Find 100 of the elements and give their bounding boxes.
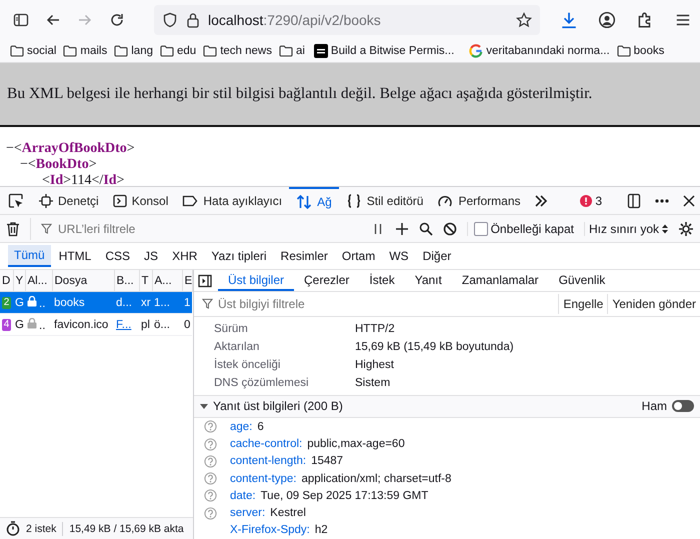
type-filter-button[interactable]: XHR xyxy=(166,246,204,266)
overflow-chevron-icon[interactable] xyxy=(534,194,548,208)
section-title[interactable]: Yanıt üst bilgileri (200 B) xyxy=(213,399,343,414)
action-button[interactable]: Yeniden gönder xyxy=(607,294,700,314)
expand-triangle-icon[interactable] xyxy=(200,402,208,410)
raw-toggle[interactable] xyxy=(672,400,694,412)
summary-value: Sistem xyxy=(355,376,390,389)
help-icon[interactable] xyxy=(204,438,217,451)
request-row[interactable]: 2 G .. books d... xr 1... 1 xyxy=(0,292,192,314)
bookmark[interactable]: books xyxy=(634,45,664,57)
bookmark[interactable]: Build a Bitwise Permis... xyxy=(330,45,454,57)
column-header[interactable]: Al... xyxy=(25,270,52,292)
account-icon[interactable] xyxy=(598,11,616,29)
folder-icon[interactable] xyxy=(10,45,24,57)
details-tab[interactable]: İstek xyxy=(359,270,405,291)
trash-icon[interactable] xyxy=(6,220,20,236)
bookmark[interactable]: mails xyxy=(80,45,108,57)
details-tab[interactable]: Çerezler xyxy=(294,270,360,291)
help-icon[interactable] xyxy=(204,472,217,486)
type-filter-button[interactable]: Yazı tipleri xyxy=(205,246,273,266)
reload-icon[interactable] xyxy=(109,12,125,28)
sidebar-icon[interactable] xyxy=(13,12,29,28)
cause-link[interactable]: F... xyxy=(116,318,132,330)
error-icon[interactable] xyxy=(580,194,592,206)
devtools-tab[interactable]: Performans xyxy=(430,187,528,214)
settings-icon[interactable] xyxy=(678,220,694,236)
folder-icon[interactable] xyxy=(63,45,78,57)
shield-icon[interactable] xyxy=(162,12,178,28)
element-picker-icon[interactable] xyxy=(8,192,24,208)
details-tab[interactable]: Güvenlik xyxy=(548,270,616,291)
up-down-caret-icon[interactable] xyxy=(662,224,668,234)
column-header[interactable]: Dosya xyxy=(52,270,114,292)
checkbox[interactable] xyxy=(474,222,488,236)
back-icon[interactable] xyxy=(45,12,61,28)
column-header[interactable]: D xyxy=(0,270,13,292)
dock-icon[interactable] xyxy=(626,192,642,208)
type-filter-button[interactable]: Tümü xyxy=(8,245,51,267)
devtools-tab[interactable]: Denetçi xyxy=(32,187,106,214)
help-icon[interactable] xyxy=(204,454,217,468)
column-header[interactable]: A... xyxy=(152,270,182,292)
folder-icon[interactable] xyxy=(160,45,174,57)
folder-icon[interactable] xyxy=(278,45,293,57)
bookmark[interactable]: edu xyxy=(177,45,196,57)
lock-icon[interactable] xyxy=(186,12,200,28)
download-icon[interactable] xyxy=(560,11,578,29)
throttle-select[interactable]: Hız sınırı yok xyxy=(588,222,659,236)
status-badge: 2 xyxy=(2,297,11,309)
request-row[interactable]: 4 G .. favicon.ico F... pl ö... 0 xyxy=(0,314,192,336)
bookmark[interactable]: tech news xyxy=(220,45,272,57)
block-icon[interactable] xyxy=(442,222,457,236)
help-icon[interactable] xyxy=(204,506,217,520)
tab-label: Performans xyxy=(458,194,521,208)
devtools-tab[interactable]: Konsol xyxy=(106,187,176,214)
domain-text: .. xyxy=(39,298,46,310)
type-filter-button[interactable]: CSS xyxy=(99,246,136,266)
details-tab[interactable]: Üst bilgiler xyxy=(218,270,294,291)
transfer-summary: 15,49 kB / 15,69 kB akta xyxy=(69,522,184,534)
help-icon[interactable] xyxy=(204,489,217,502)
column-header[interactable]: E xyxy=(182,270,192,292)
panel-toggle-icon[interactable] xyxy=(198,274,212,288)
star-icon[interactable] xyxy=(516,12,532,28)
url-filter-field[interactable]: URL’leri filtrele xyxy=(56,220,361,236)
bookmark[interactable]: ai xyxy=(296,45,305,57)
plus-icon[interactable] xyxy=(394,222,409,236)
type-filter-button[interactable]: WS xyxy=(383,246,415,266)
type-filter-button[interactable]: Ortam xyxy=(336,246,382,266)
column-header[interactable]: Y xyxy=(13,270,25,292)
devtools-tab[interactable]: Stil editörü xyxy=(338,187,430,214)
header-value: application/xml; charset=utf-8 xyxy=(301,472,452,485)
google-logo-icon[interactable] xyxy=(469,44,484,58)
details-tab[interactable]: Yanıt xyxy=(404,270,452,291)
folder-icon[interactable] xyxy=(616,45,631,57)
type-filter-button[interactable]: HTML xyxy=(52,246,98,266)
header-value: 6 xyxy=(257,420,264,433)
header-name: server: xyxy=(230,507,266,520)
details-tab[interactable]: Zamanlamalar xyxy=(452,270,549,291)
dev-logo-icon[interactable] xyxy=(314,44,328,58)
action-button[interactable]: Engelle xyxy=(558,294,608,314)
column-header[interactable]: T xyxy=(139,270,152,292)
help-icon[interactable] xyxy=(204,420,217,434)
bookmark[interactable]: lang xyxy=(131,45,153,57)
folder-icon[interactable] xyxy=(203,45,218,57)
type-filter-button[interactable]: Diğer xyxy=(416,246,458,266)
header-filter-field[interactable]: Üst bilgiyi filtrele xyxy=(216,296,558,312)
close-icon[interactable] xyxy=(682,194,696,208)
status-badge: 4 xyxy=(2,319,11,331)
type-filter-button[interactable]: Resimler xyxy=(274,246,334,266)
devtools-tab[interactable]: Hata ayıklayıcı xyxy=(175,187,290,214)
search-icon[interactable] xyxy=(418,222,433,236)
type-text: pl xyxy=(141,318,150,330)
type-filter-button[interactable]: JS xyxy=(138,246,164,266)
error-count[interactable]: 3 xyxy=(595,194,602,208)
domain-text: .. xyxy=(39,320,46,332)
console-icon xyxy=(112,194,127,208)
bookmark[interactable]: social xyxy=(27,45,56,57)
folder-icon[interactable] xyxy=(114,45,128,57)
address-bar[interactable]: localhost:7290/api/v2/books xyxy=(154,5,540,35)
column-header[interactable]: B... xyxy=(114,270,139,292)
bookmark[interactable]: veritabanındaki norma... xyxy=(486,45,610,57)
header-name: age: xyxy=(230,420,252,433)
